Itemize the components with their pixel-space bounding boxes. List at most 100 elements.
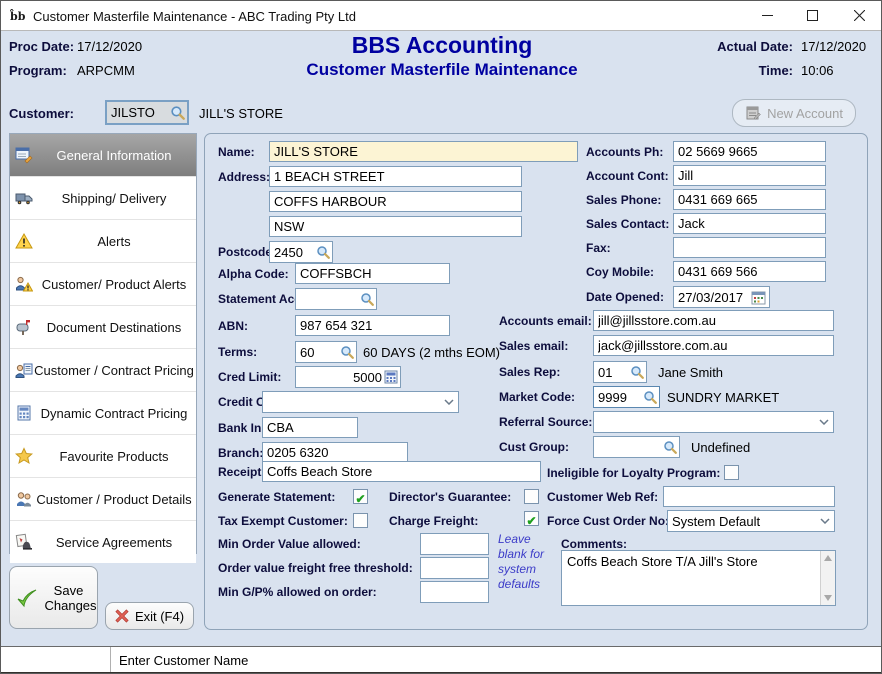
abn-field[interactable]	[295, 315, 450, 336]
postcode-field[interactable]: 2450	[269, 241, 333, 263]
branch-field[interactable]	[262, 442, 408, 463]
sidebar-item-label: Alerts	[97, 234, 130, 249]
actual-date-label: Actual Date:	[713, 39, 793, 54]
search-icon[interactable]	[316, 245, 330, 259]
proc-date-value: 17/12/2020	[77, 39, 142, 54]
coy-mobile-field[interactable]	[673, 261, 826, 282]
search-icon[interactable]	[360, 292, 374, 306]
cred-limit-label: Cred Limit:	[218, 370, 281, 384]
tax-exempt-label: Tax Exempt Customer:	[218, 514, 348, 528]
abn-label: ABN:	[218, 319, 248, 333]
sidebar-item-customer-product-details[interactable]: Customer / Product Details	[10, 478, 196, 521]
sidebar-item-service-agreements[interactable]: Service Agreements	[10, 521, 196, 563]
ineligible-loyalty-checkbox[interactable]	[724, 465, 739, 480]
cust-group-field[interactable]	[593, 436, 680, 458]
truck-icon	[15, 189, 33, 207]
fax-field[interactable]	[673, 237, 826, 258]
minimize-button[interactable]	[745, 1, 790, 30]
bank-initials-field[interactable]	[262, 417, 358, 438]
maximize-icon	[807, 10, 818, 21]
tax-exempt-checkbox[interactable]	[353, 513, 368, 528]
force-cust-order-select[interactable]: System Default	[667, 510, 835, 532]
min-gp-field[interactable]	[420, 581, 489, 603]
statement-acc-field[interactable]	[295, 288, 377, 310]
search-icon[interactable]	[630, 365, 644, 379]
sidebar-item-dynamic-contract-pricing[interactable]: Dynamic Contract Pricing	[10, 392, 196, 435]
terms-field[interactable]: 60	[295, 341, 357, 363]
customer-code-field[interactable]: JILSTO	[105, 100, 189, 125]
customer-code-value: JILSTO	[111, 105, 170, 120]
save-changes-label: Save Changes	[45, 583, 93, 613]
address-line2-field[interactable]	[269, 191, 522, 212]
directors-guarantee-checkbox[interactable]	[524, 489, 539, 504]
exit-label: Exit (F4)	[135, 609, 184, 624]
freight-free-field[interactable]	[420, 557, 489, 579]
sidebar-item-customer-contract-pricing[interactable]: Customer / Contract Pricing	[10, 349, 196, 392]
sales-phone-field[interactable]	[673, 189, 826, 210]
charge-freight-checkbox[interactable]	[524, 511, 539, 526]
date-opened-value: 27/03/2017	[678, 290, 749, 305]
comments-scrollbar[interactable]	[820, 551, 835, 605]
sidebar-item-label: Customer / Product Details	[36, 492, 191, 507]
accounts-email-field[interactable]	[593, 310, 834, 331]
sales-rep-field[interactable]: 01	[593, 361, 647, 383]
market-code-field[interactable]: 9999	[593, 386, 660, 408]
statement-acc-label: Statement Acc:	[218, 292, 305, 306]
save-changes-button[interactable]: Save Changes	[9, 566, 98, 629]
min-gp-label: Min G/P% allowed on order:	[218, 585, 377, 599]
sidebar-item-customer-product-alerts[interactable]: Customer/ Product Alerts	[10, 263, 196, 306]
postcode-label: Postcode:	[218, 245, 276, 259]
search-icon[interactable]	[340, 345, 354, 359]
exit-button[interactable]: Exit (F4)	[105, 602, 194, 630]
scroll-down-icon[interactable]	[824, 595, 832, 601]
mailbox-icon	[15, 318, 33, 336]
credit-control-select[interactable]	[262, 391, 459, 413]
referral-source-select[interactable]	[593, 411, 834, 433]
search-icon[interactable]	[643, 390, 657, 404]
customer-label: Customer:	[9, 106, 74, 121]
sidebar-nav: General Information Shipping/ Delivery A…	[9, 133, 197, 554]
address-line3-field[interactable]	[269, 216, 522, 237]
sidebar-item-general-information[interactable]: General Information	[10, 134, 196, 177]
sidebar-item-favourite-products[interactable]: Favourite Products	[10, 435, 196, 478]
sales-email-field[interactable]	[593, 335, 834, 356]
sales-contact-field[interactable]	[673, 213, 826, 234]
min-order-label: Min Order Value allowed:	[218, 537, 361, 551]
titlebar: b̂b Customer Masterfile Maintenance - AB…	[1, 1, 881, 31]
scroll-up-icon[interactable]	[824, 555, 832, 561]
calendar-icon[interactable]	[751, 290, 767, 305]
search-icon[interactable]	[170, 105, 185, 120]
comments-field[interactable]: Coffs Beach Store T/A Jill's Store	[561, 550, 836, 606]
receipt-ref-field[interactable]	[262, 461, 541, 482]
charge-freight-label: Charge Freight:	[389, 514, 478, 528]
maximize-button[interactable]	[790, 1, 835, 30]
freight-free-label: Order value freight free threshold:	[218, 561, 413, 575]
sidebar-item-shipping-delivery[interactable]: Shipping/ Delivery	[10, 177, 196, 220]
sidebar-item-alerts[interactable]: Alerts	[10, 220, 196, 263]
new-account-label: New Account	[767, 106, 843, 121]
search-icon[interactable]	[663, 440, 677, 454]
save-check-icon	[15, 586, 39, 610]
name-field[interactable]	[269, 141, 578, 162]
ineligible-loyalty-label: Ineligible for Loyalty Program:	[547, 466, 720, 480]
date-opened-label: Date Opened:	[586, 290, 664, 304]
sales-email-label: Sales email:	[499, 339, 568, 353]
sidebar-item-document-destinations[interactable]: Document Destinations	[10, 306, 196, 349]
branch-label: Branch:	[218, 446, 263, 460]
accounts-ph-field[interactable]	[673, 141, 826, 162]
date-opened-field[interactable]: 27/03/2017	[673, 286, 770, 308]
customer-web-ref-field[interactable]	[663, 486, 835, 507]
calculator-icon[interactable]	[384, 370, 398, 384]
new-account-button[interactable]: New Account	[732, 99, 856, 127]
chevron-down-icon	[819, 419, 829, 425]
generate-statement-checkbox[interactable]	[353, 489, 368, 504]
alpha-code-field[interactable]	[295, 263, 450, 284]
cred-limit-field[interactable]: 5000	[295, 366, 401, 388]
force-cust-order-value: System Default	[672, 514, 820, 529]
account-cont-field[interactable]	[673, 165, 826, 186]
min-order-field[interactable]	[420, 533, 489, 555]
terms-value: 60	[300, 345, 338, 360]
star-icon	[15, 447, 33, 465]
address-line1-field[interactable]	[269, 166, 522, 187]
close-button[interactable]	[835, 1, 882, 30]
